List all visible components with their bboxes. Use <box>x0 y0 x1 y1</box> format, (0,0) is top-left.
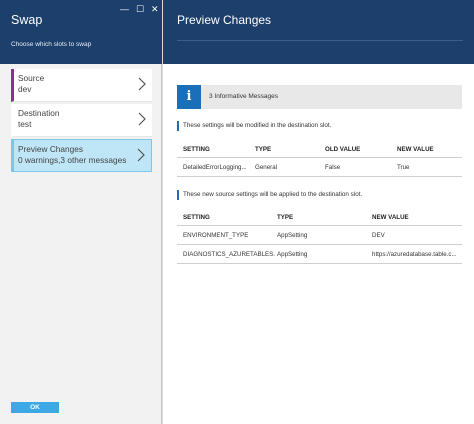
cell-type: AppSetting <box>277 251 308 258</box>
step-list: Source dev Destination test Preview Chan… <box>11 69 152 172</box>
blade-title: Swap <box>11 13 43 27</box>
column-header: TYPE <box>277 214 294 221</box>
cell-type: AppSetting <box>277 232 308 239</box>
step-value: 0 warnings,3 other messages <box>18 155 127 165</box>
chevron-right-icon <box>137 148 145 162</box>
table-row: DetailedErrorLogging... General False Tr… <box>177 158 462 177</box>
table-row: ENVIRONMENT_TYPE AppSetting DEV <box>177 226 462 245</box>
column-header: OLD VALUE <box>325 146 361 153</box>
ok-button[interactable]: OK <box>11 402 59 413</box>
chevron-right-icon <box>138 112 146 126</box>
section-heading-modified: These settings will be modified in the d… <box>177 121 462 131</box>
step-value: test <box>18 119 32 129</box>
cell-setting: ENVIRONMENT_TYPE <box>183 232 249 239</box>
cell-new-value: True <box>397 164 410 171</box>
chevron-right-icon <box>138 77 146 91</box>
step-value: dev <box>18 84 32 94</box>
cell-setting: DetailedErrorLogging... <box>183 164 247 171</box>
cell-old-value: False <box>325 164 341 171</box>
info-banner: i 3 Informative Messages <box>177 85 462 109</box>
preview-blade-header: Preview Changes <box>163 0 474 64</box>
swap-window: Swap Choose which slots to swap — ☐ ✕ So… <box>0 0 474 424</box>
step-destination[interactable]: Destination test <box>11 104 152 137</box>
cell-new-value: https://azuredatabase.table.c... <box>372 251 457 258</box>
maximize-icon[interactable]: ☐ <box>136 4 144 14</box>
step-label: Preview Changes <box>18 144 84 154</box>
swap-blade: Swap Choose which slots to swap — ☐ ✕ So… <box>0 0 162 424</box>
step-source[interactable]: Source dev <box>11 69 152 102</box>
swap-blade-header: Swap Choose which slots to swap — ☐ ✕ <box>0 0 162 64</box>
cell-setting: DIAGNOSTICS_AZURETABLES... <box>183 251 275 258</box>
step-label: Destination <box>18 108 60 118</box>
blade-subtitle: Choose which slots to swap <box>11 41 92 48</box>
column-header: SETTING <box>183 214 210 221</box>
step-preview-changes[interactable]: Preview Changes 0 warnings,3 other messa… <box>11 139 152 172</box>
table-header-row: SETTING TYPE OLD VALUE NEW VALUE <box>177 140 462 158</box>
info-icon: i <box>177 85 201 109</box>
section-heading-new: These new source settings will be applie… <box>177 190 462 200</box>
column-header: TYPE <box>255 146 272 153</box>
column-header: NEW VALUE <box>397 146 434 153</box>
column-header: NEW VALUE <box>372 214 409 221</box>
step-label: Source <box>18 73 45 83</box>
cell-new-value: DEV <box>372 232 385 239</box>
preview-changes-blade: Preview Changes i 3 Informative Messages… <box>163 0 474 424</box>
column-header: SETTING <box>183 146 210 153</box>
blade-title: Preview Changes <box>177 13 272 27</box>
modified-settings-table: SETTING TYPE OLD VALUE NEW VALUE Detaile… <box>177 140 462 177</box>
minimize-icon[interactable]: — <box>120 4 129 14</box>
new-settings-table: SETTING TYPE NEW VALUE ENVIRONMENT_TYPE … <box>177 208 462 264</box>
info-message: 3 Informative Messages <box>209 93 279 100</box>
header-divider <box>177 40 463 41</box>
table-row: DIAGNOSTICS_AZURETABLES... AppSetting ht… <box>177 245 462 264</box>
table-header-row: SETTING TYPE NEW VALUE <box>177 208 462 226</box>
close-icon[interactable]: ✕ <box>151 4 159 14</box>
cell-type: General <box>255 164 278 171</box>
